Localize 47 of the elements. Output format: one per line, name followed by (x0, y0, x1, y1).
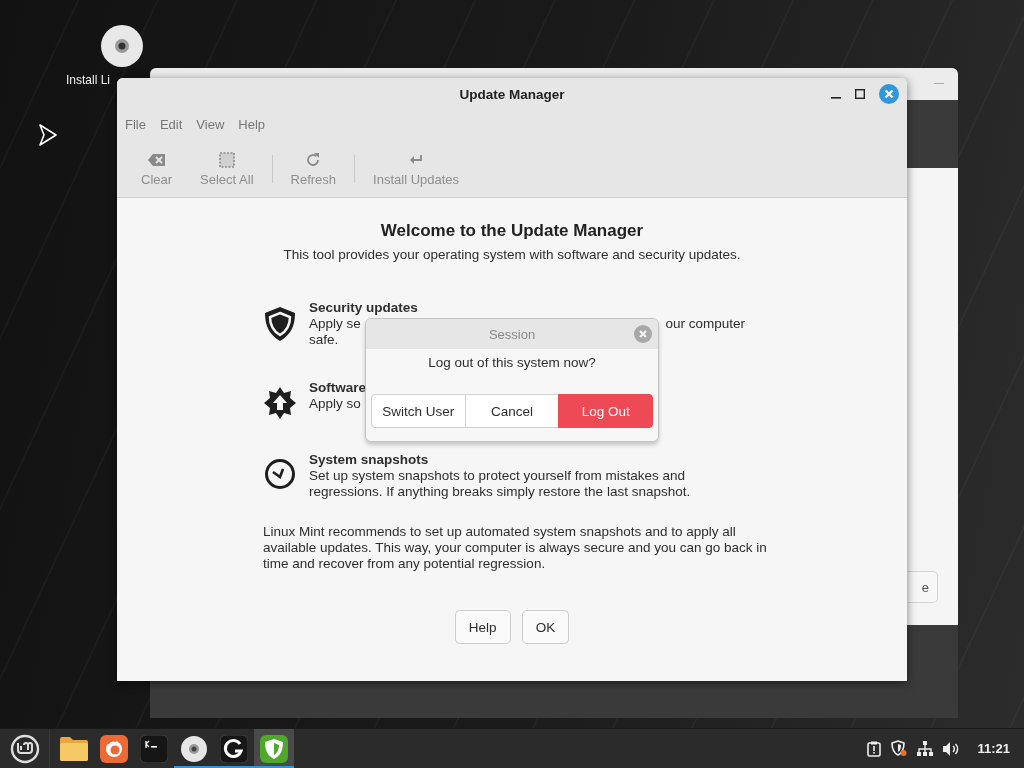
dialog-button[interactable]: Help (454, 610, 511, 644)
refresh-icon (305, 151, 322, 168)
feature-description: Apply so (309, 396, 361, 412)
star-badge-icon (263, 386, 297, 420)
dialog-button[interactable]: Cancel (464, 394, 560, 428)
menu-item[interactable]: Help (238, 117, 266, 139)
network-icon[interactable] (917, 741, 934, 756)
clock[interactable]: 11:21 (977, 741, 1010, 756)
desktop-icon-label[interactable]: Install Li (66, 73, 111, 87)
feature-description: regressions. If anything breaks simply restore the last snapshot. (309, 484, 691, 500)
backspace-icon (147, 151, 166, 168)
disc-icon (180, 734, 208, 763)
dialog-button[interactable]: OK (521, 610, 570, 644)
menu-item[interactable]: View (196, 117, 225, 139)
dialog-button[interactable]: Switch User (371, 394, 466, 428)
shield-icon (260, 734, 288, 763)
taskbar-launcher[interactable] (254, 728, 294, 768)
dialog-title: Session (488, 326, 536, 342)
close-icon[interactable] (879, 84, 899, 104)
feature-description: Set up system snapshots to protect yourself from mistakes and (309, 468, 685, 484)
recommendation-text: Linux Mint recommends to set up automated system snapshots and to apply all available updates. This way, your computer is always secure and you can go back in time and recover from any potential regression. (263, 524, 768, 572)
dialog-button[interactable]: Log Out (558, 394, 653, 428)
shield-icon[interactable] (891, 740, 908, 757)
menu-item[interactable]: Edit (159, 117, 183, 139)
feature-description: Apply se (309, 316, 361, 332)
folder-icon (59, 735, 89, 762)
menu-item[interactable]: File (125, 117, 146, 139)
browser-icon (100, 734, 128, 763)
welcome-heading: Welcome to the Update Manager (379, 221, 645, 241)
feature-title: System snapshots (309, 452, 430, 468)
shield-icon (263, 306, 297, 342)
feature-description: safe. (309, 332, 339, 348)
mint-logo-icon (9, 733, 40, 764)
feature-title: Security updates (309, 300, 419, 316)
maximize-icon[interactable] (855, 89, 865, 99)
terminal-icon (140, 734, 168, 763)
welcome-subtitle: This tool provides your operating system with software and security updates. (282, 247, 742, 262)
window-button[interactable]: e (908, 571, 938, 603)
cursor-icon (38, 123, 58, 147)
clock-icon (263, 458, 297, 490)
disc-icon[interactable] (100, 24, 144, 68)
feature-description: our computer (665, 316, 745, 332)
clipboard-alert-icon[interactable] (867, 740, 882, 757)
feature-title: Software (309, 380, 367, 396)
window-title: Update Manager (459, 86, 565, 102)
dialog-message: Log out of this system now? (427, 355, 597, 370)
dashed-square-icon (218, 151, 235, 168)
